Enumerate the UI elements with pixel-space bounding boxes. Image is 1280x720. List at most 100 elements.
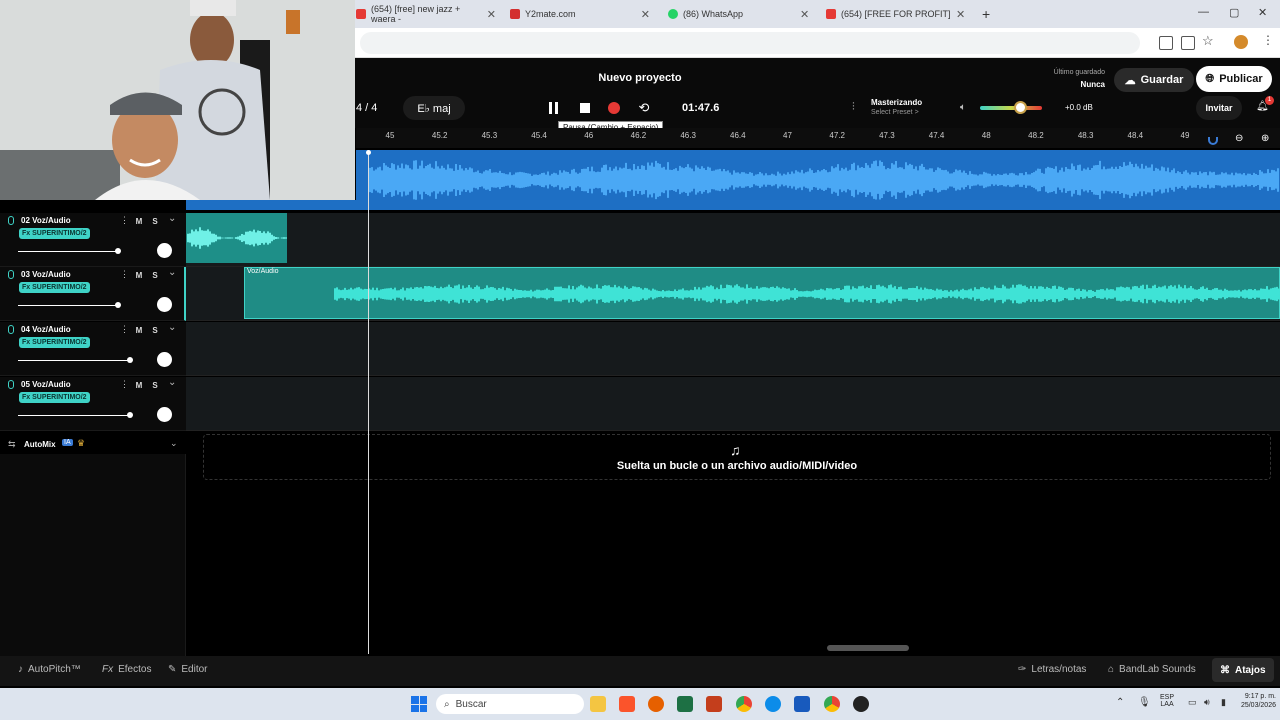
audio-clip[interactable] <box>186 213 287 263</box>
track-name[interactable]: 03 Voz/Audio <box>21 270 71 279</box>
editor-button[interactable]: ✎ Editor <box>168 664 208 675</box>
solo-button[interactable]: S <box>149 324 161 336</box>
chevron-down-icon[interactable]: ⌄ <box>168 322 176 333</box>
mastering-preset[interactable]: Select Preset > <box>871 109 919 116</box>
track-header[interactable]: 04 Voz/Audio Fx SUPERINTIMO/2 ⋮ M S ⌄ <box>0 322 186 376</box>
key-selector[interactable]: E♭ maj <box>403 96 465 120</box>
track-name[interactable]: 04 Voz/Audio <box>21 325 71 334</box>
record-button[interactable] <box>603 98 625 118</box>
zoom-in-icon[interactable]: ⊕ <box>1261 133 1269 144</box>
fx-badge[interactable]: Fx SUPERINTIMO/2 <box>19 392 90 403</box>
time-signature[interactable]: 4 / 4 <box>356 102 377 114</box>
save-button[interactable]: ☁ Guardar <box>1114 68 1194 92</box>
close-icon[interactable]: ✕ <box>487 8 496 21</box>
kebab-menu-icon[interactable]: ⋮ <box>1262 33 1274 47</box>
track-volume-slider[interactable] <box>18 251 118 252</box>
track-menu-icon[interactable]: ⋮ <box>120 215 129 226</box>
language-indicator[interactable]: ESP LAA <box>1160 694 1174 708</box>
firefox-icon[interactable] <box>648 696 664 712</box>
horizontal-scrollbar[interactable] <box>827 645 909 651</box>
speaker-icon[interactable]: 🔈︎ <box>960 102 966 113</box>
track-header[interactable]: 05 Voz/Audio Fx SUPERINTIMO/2 ⋮ M S ⌄ <box>0 377 186 431</box>
sidebar-icon[interactable] <box>1159 36 1173 50</box>
volume-thumb[interactable] <box>127 357 133 363</box>
track-name[interactable]: 02 Voz/Audio <box>21 216 71 225</box>
track-menu-icon[interactable]: ⋮ <box>120 379 129 390</box>
project-title[interactable]: Nuevo proyecto <box>560 72 720 84</box>
excel-icon[interactable] <box>677 696 693 712</box>
fx-badge[interactable]: Fx SUPERINTIMO/2 <box>19 282 90 293</box>
network-icon[interactable]: ▭ <box>1188 697 1197 708</box>
solo-button[interactable]: S <box>149 269 161 281</box>
autopitch-button[interactable]: ♪ AutoPitch™ <box>18 664 81 675</box>
profile-avatar[interactable] <box>1234 35 1248 49</box>
mute-button[interactable]: M <box>133 215 145 227</box>
publish-button[interactable]: 🌐︎ Publicar <box>1196 66 1272 92</box>
obs-icon[interactable] <box>853 696 869 712</box>
solo-button[interactable]: S <box>149 379 161 391</box>
solo-button[interactable]: S <box>149 215 161 227</box>
browser-tab-3[interactable]: (86) WhatsApp ✕ <box>668 4 812 24</box>
chevron-down-icon[interactable]: ⌄ <box>168 267 176 278</box>
volume-thumb[interactable] <box>115 302 121 308</box>
pan-knob[interactable] <box>157 297 172 312</box>
zoom-out-icon[interactable]: ⊖ <box>1235 133 1243 144</box>
track-header[interactable]: 02 Voz/Audio Fx SUPERINTIMO/2 ⋮ M S ⌄ <box>0 213 186 267</box>
chrome-icon[interactable] <box>736 696 752 712</box>
pan-knob[interactable] <box>157 407 172 422</box>
maximize-button[interactable]: ▢ <box>1229 6 1239 19</box>
pan-knob[interactable] <box>157 352 172 367</box>
volume-icon[interactable]: 🔊︎ <box>1204 697 1210 708</box>
install-icon[interactable] <box>1181 36 1195 50</box>
master-volume-slider[interactable] <box>980 106 1042 110</box>
volume-thumb[interactable] <box>115 248 121 254</box>
lyrics-button[interactable]: ✑ Letras/notas <box>1018 664 1086 675</box>
track-volume-slider[interactable] <box>18 415 130 416</box>
mute-button[interactable]: M <box>133 324 145 336</box>
chevron-down-icon[interactable]: ⌄ <box>170 438 178 449</box>
microphone-icon[interactable]: 🎙︎ <box>1138 697 1151 708</box>
star-icon[interactable]: ☆ <box>1202 33 1214 49</box>
loop-button[interactable]: ⟲ <box>633 98 655 118</box>
browser-tab-1[interactable]: (654) [free] new jazz + waera - ✕ <box>356 4 496 24</box>
close-icon[interactable]: ✕ <box>956 8 965 21</box>
track-name[interactable]: 05 Voz/Audio <box>21 380 71 389</box>
chevron-down-icon[interactable]: ⌄ <box>168 377 176 388</box>
chevron-up-icon[interactable]: ⌃ <box>1116 697 1124 708</box>
taskbar-search[interactable]: ⌕ Buscar <box>436 694 584 714</box>
track-lane[interactable] <box>186 377 1280 431</box>
track-lane[interactable] <box>186 322 1280 376</box>
new-tab-button[interactable]: + <box>982 4 990 24</box>
chrome-profile-icon[interactable] <box>824 696 840 712</box>
windows-start-icon[interactable] <box>411 696 427 712</box>
automix-row[interactable]: ⇆ AutoMix IA ♛ ⌄ <box>0 436 186 454</box>
mastering-label[interactable]: Masterizando <box>871 98 922 107</box>
battery-icon[interactable]: ▮ <box>1221 697 1226 708</box>
playhead[interactable] <box>368 152 369 654</box>
close-icon[interactable]: ✕ <box>800 8 809 21</box>
clock[interactable]: 9:17 p. m. 25/03/2026 <box>1228 693 1276 709</box>
file-explorer-icon[interactable] <box>590 696 606 712</box>
word-icon[interactable] <box>794 696 810 712</box>
track-volume-slider[interactable] <box>18 360 130 361</box>
powerpoint-icon[interactable] <box>706 696 722 712</box>
edge-icon[interactable] <box>765 696 781 712</box>
mute-button[interactable]: M <box>133 269 145 281</box>
pan-knob[interactable] <box>157 243 172 258</box>
brave-icon[interactable] <box>619 696 635 712</box>
fx-badge[interactable]: Fx SUPERINTIMO/2 <box>19 228 90 239</box>
track-header[interactable]: 03 Voz/Audio Fx SUPERINTIMO/2 ⋮ M S ⌄ <box>0 267 186 321</box>
invite-button[interactable]: Invitar <box>1196 96 1242 120</box>
fx-badge[interactable]: Fx SUPERINTIMO/2 <box>19 337 90 348</box>
minimize-button[interactable]: — <box>1198 6 1209 18</box>
track-menu-icon[interactable]: ⋮ <box>120 269 129 280</box>
shortcuts-button[interactable]: ⌘ Atajos <box>1212 658 1274 682</box>
browser-tab-4[interactable]: (654) [FREE FOR PROFIT] Melo ✕ <box>826 4 972 24</box>
bandlab-sounds-button[interactable]: ⌂ BandLab Sounds <box>1108 664 1196 675</box>
track-volume-slider[interactable] <box>18 305 118 306</box>
track-menu-icon[interactable]: ⋮ <box>120 324 129 335</box>
browser-tab-2[interactable]: Y2mate.com ✕ <box>510 4 650 24</box>
url-field[interactable] <box>360 32 1140 54</box>
playhead-handle[interactable] <box>366 150 371 155</box>
track-lane[interactable] <box>186 213 1280 267</box>
